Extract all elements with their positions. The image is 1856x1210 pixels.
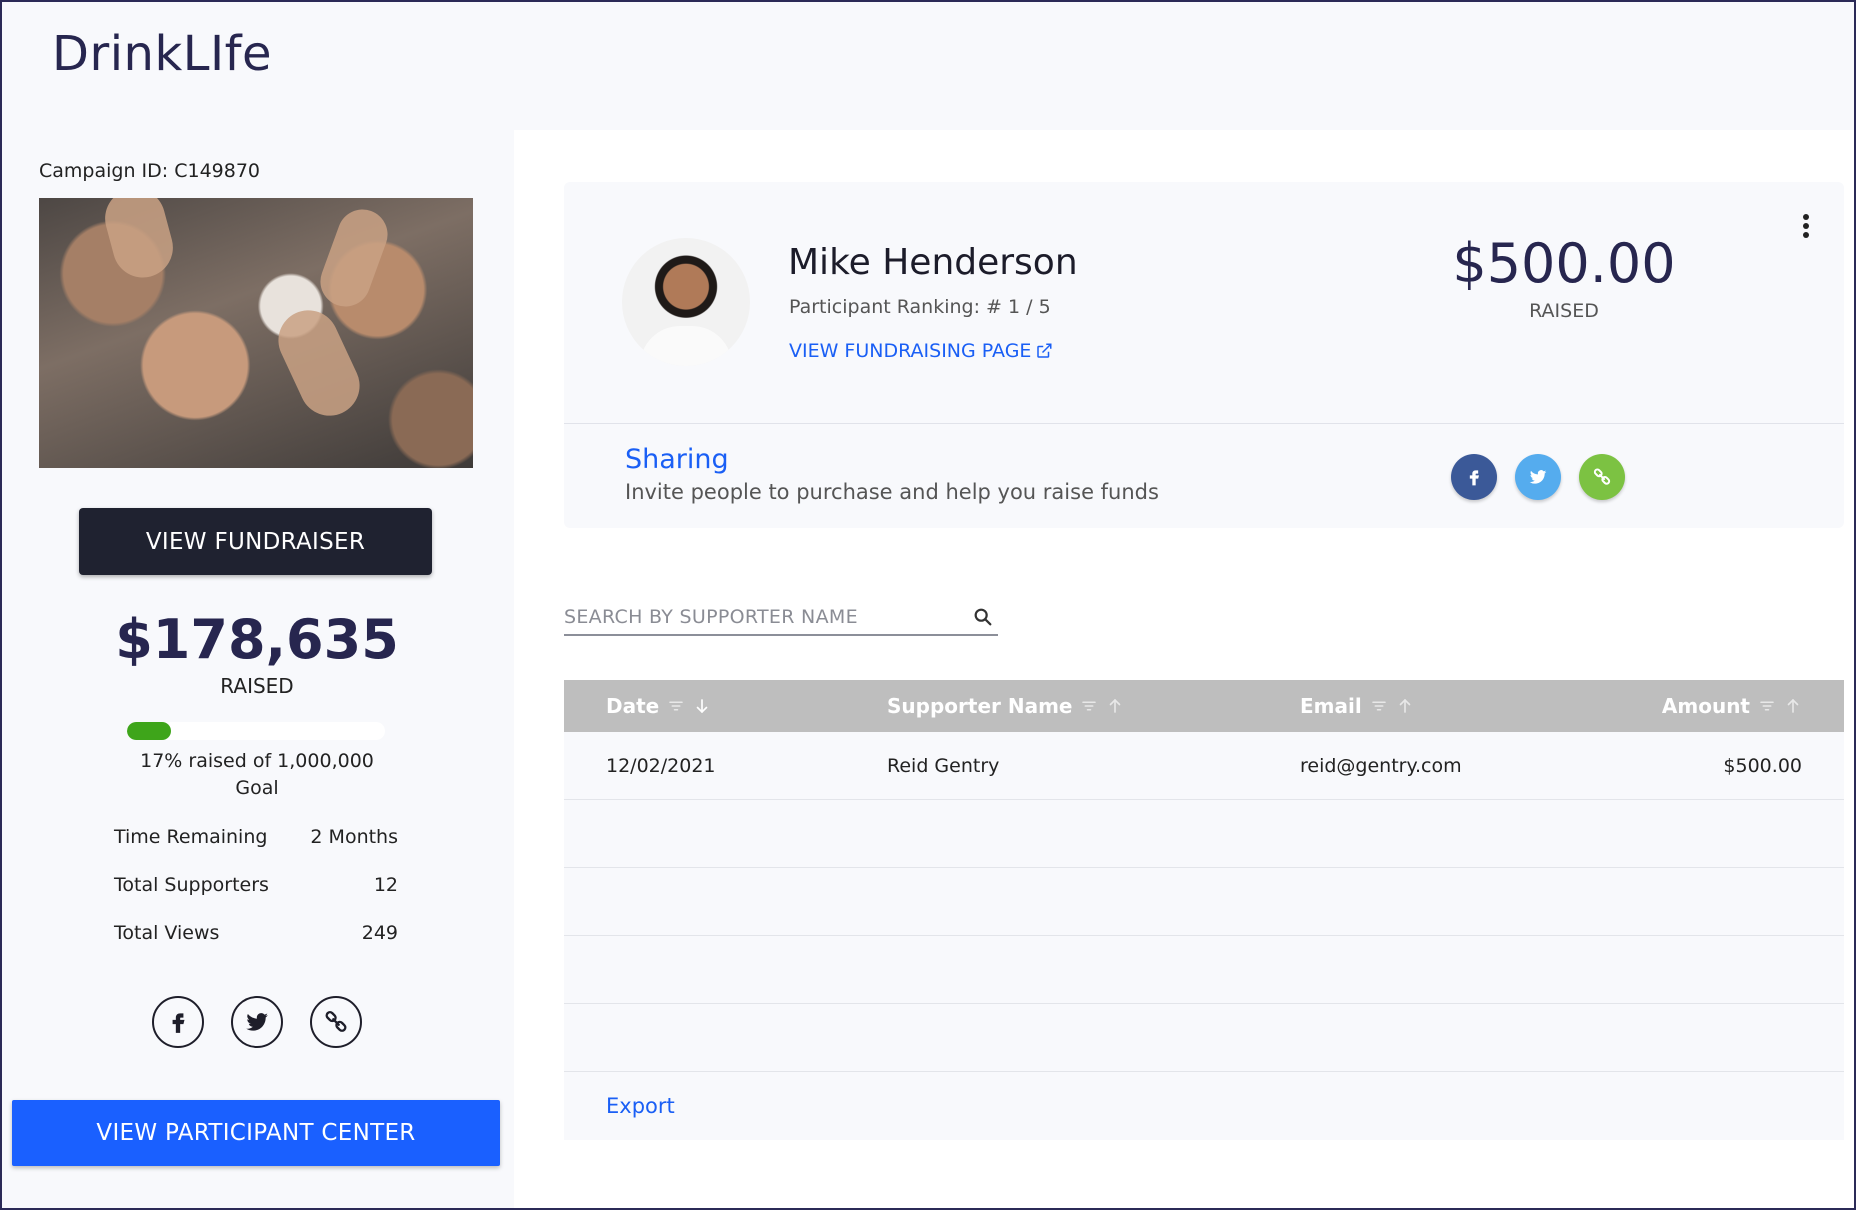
participant-panel: Mike Henderson Participant Ranking: # 1 … [514,130,1854,1208]
stat-value: 12 [373,874,398,896]
filter-icon[interactable] [1080,697,1098,715]
view-participant-center-button[interactable]: VIEW PARTICIPANT CENTER [12,1100,500,1166]
link-icon [1593,468,1611,485]
table-row: 12/02/2021 Reid Gentry reid@gentry.com $… [564,732,1844,800]
facebook-share-button[interactable] [1451,454,1497,500]
cell-amount: $500.00 [1723,754,1802,777]
table-header: Date Supporter Name Email Amount [564,680,1844,732]
sort-up-icon[interactable] [1396,697,1414,715]
more-options-icon[interactable] [1794,210,1818,242]
campaign-hero-image [39,198,473,468]
stat-label: Total Views [114,922,220,944]
table-row [564,936,1844,1004]
goal-progress-fill [127,722,171,740]
brand-logo: DrinkLIfe [52,26,273,82]
goal-text-line2: Goal [235,777,279,799]
campaign-stats: Time Remaining 2 Months Total Supporters… [114,826,398,970]
sharing-title: Sharing [625,444,729,475]
cell-email: reid@gentry.com [1300,754,1462,777]
sharing-subtitle: Invite people to purchase and help you r… [625,480,1159,504]
copy-link-button[interactable] [310,996,362,1048]
stat-value: 249 [361,922,398,944]
column-header-amount[interactable]: Amount [1662,694,1802,718]
twitter-share-button[interactable] [231,996,283,1048]
filter-icon[interactable] [1758,697,1776,715]
filter-icon[interactable] [1370,697,1388,715]
participant-name: Mike Henderson [788,242,1078,283]
column-header-label: Amount [1661,694,1750,718]
export-link[interactable]: Export [606,1094,675,1118]
avatar [622,238,750,366]
participant-raised-amount: $500.00 [1452,232,1676,295]
sort-up-icon[interactable] [1106,697,1124,715]
twitter-icon [1529,470,1547,484]
stat-label: Total Supporters [114,874,269,896]
goal-progress-bar [127,722,385,740]
link-icon [325,1010,347,1032]
facebook-icon [1469,470,1479,486]
column-header-label: Date [606,694,660,718]
stat-label: Time Remaining [114,826,268,848]
sort-down-icon[interactable] [693,697,711,715]
sort-up-icon[interactable] [1784,697,1802,715]
card-divider [564,423,1844,424]
supporter-search [564,600,998,636]
supporters-table: Date Supporter Name Email Amount 12/02/2… [564,680,1844,1140]
column-header-label: Email [1300,694,1362,718]
campaign-social-links [152,996,362,1048]
goal-text-line1: 17% raised of 1,000,000 [140,750,374,772]
participant-raised-label: RAISED [1529,300,1599,322]
twitter-icon [246,1013,268,1031]
stat-total-views: Total Views 249 [114,922,398,970]
stat-total-supporters: Total Supporters 12 [114,874,398,922]
participant-card: Mike Henderson Participant Ranking: # 1 … [564,182,1844,528]
cell-supporter-name: Reid Gentry [887,754,1000,777]
campaign-id: Campaign ID: C149870 [39,160,261,182]
column-header-date[interactable]: Date [606,694,711,718]
view-fundraiser-button[interactable]: VIEW FUNDRAISER [79,508,432,575]
campaign-sidebar: Campaign ID: C149870 VIEW FUNDRAISER $17… [2,130,512,1208]
column-header-label: Supporter Name [887,694,1073,718]
stat-time-remaining: Time Remaining 2 Months [114,826,398,874]
campaign-raised-label: RAISED [220,674,294,698]
cell-date: 12/02/2021 [606,754,716,777]
campaign-raised-amount: $178,635 [115,608,399,671]
table-footer: Export [564,1072,1844,1140]
view-fundraising-page-link[interactable]: VIEW FUNDRAISING PAGE [789,340,1053,362]
column-header-email[interactable]: Email [1300,694,1414,718]
view-fundraising-page-label: VIEW FUNDRAISING PAGE [789,340,1032,362]
external-link-icon [1037,343,1052,358]
app-frame: DrinkLIfe Campaign ID: C149870 VIEW FUND… [0,0,1856,1210]
sharing-buttons [1451,454,1625,500]
copy-link-button[interactable] [1579,454,1625,500]
search-input[interactable] [564,606,972,628]
stat-value: 2 Months [310,826,398,848]
table-row [564,800,1844,868]
table-row [564,868,1844,936]
goal-text: 17% raised of 1,000,000 Goal [107,748,407,802]
filter-icon[interactable] [667,697,685,715]
table-row [564,1004,1844,1072]
column-header-supporter-name[interactable]: Supporter Name [887,694,1124,718]
participant-ranking: Participant Ranking: # 1 / 5 [789,296,1051,318]
facebook-share-button[interactable] [152,996,204,1048]
facebook-icon [172,1013,185,1033]
search-icon[interactable] [972,606,994,628]
twitter-share-button[interactable] [1515,454,1561,500]
